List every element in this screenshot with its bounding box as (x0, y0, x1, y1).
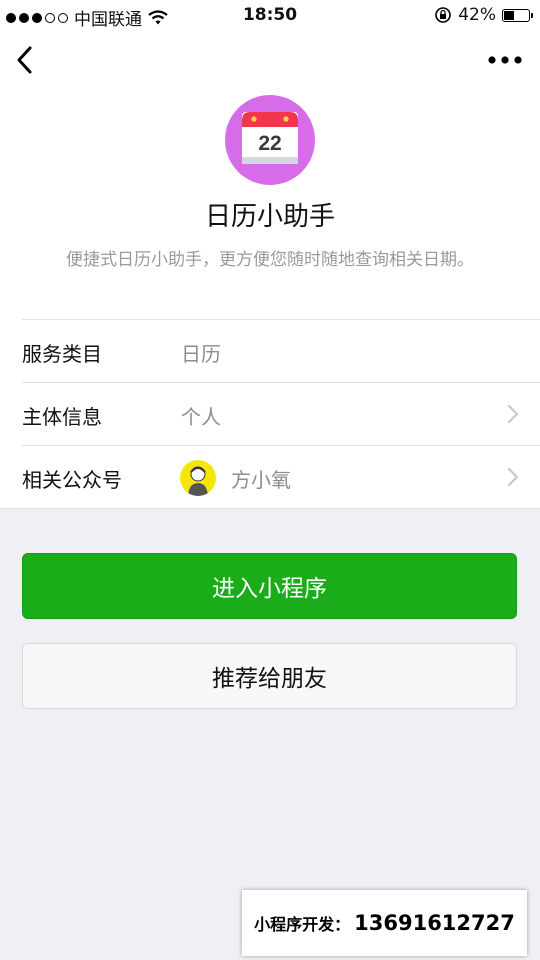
divider (0, 508, 540, 509)
chevron-right-icon (507, 467, 519, 487)
info-row-entity[interactable]: 主体信息 个人 (0, 383, 540, 445)
back-button[interactable] (12, 44, 40, 76)
rotation-lock-icon (435, 7, 452, 23)
battery-percent: 42% (458, 5, 496, 25)
battery-icon (502, 8, 533, 22)
status-right: 42% (434, 5, 533, 25)
app-name: 日历小助手 (204, 202, 335, 232)
recommend-to-friend-button[interactable]: 推荐给朋友 (22, 643, 517, 709)
promo-phone: 13691612727 (354, 911, 515, 935)
promo-banner: 小程序开发： 13691612727 (242, 890, 527, 956)
entity-label: 主体信息 (22, 405, 102, 429)
more-button[interactable] (486, 52, 524, 68)
enter-mini-program-button[interactable]: 进入小程序 (22, 553, 517, 619)
app-logo: 22 (225, 95, 315, 185)
service-category-value: 日历 (181, 342, 221, 366)
calendar-day: 22 (258, 132, 281, 155)
service-category-label: 服务类目 (22, 342, 102, 366)
status-bar: 中国联通 18:50 42% (0, 0, 540, 30)
info-row-official-account[interactable]: 相关公众号 方小氧 (0, 446, 540, 508)
person-avatar-icon (188, 466, 208, 496)
battery-level (504, 10, 514, 20)
calendar-icon: 22 (242, 112, 298, 164)
official-account-avatar (180, 460, 216, 496)
entity-value: 个人 (181, 405, 221, 429)
official-account-name: 方小氧 (231, 468, 291, 492)
chevron-right-icon (507, 404, 519, 424)
official-account-label: 相关公众号 (22, 468, 122, 492)
profile-panel: 中国联通 18:50 42% 22 日历小助手 便捷式日历小助手，更方便您随时随… (0, 0, 540, 509)
info-row-service-category: 服务类目 日历 (0, 320, 540, 382)
app-description: 便捷式日历小助手，更方便您随时随地查询相关日期。 (66, 250, 474, 270)
promo-prefix: 小程序开发： (254, 915, 351, 934)
